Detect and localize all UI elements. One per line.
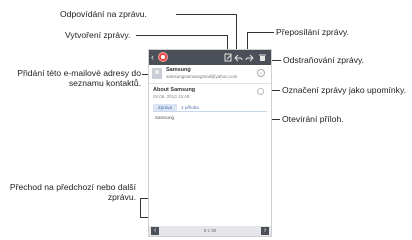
message-counter: 9 z 30 (203, 228, 217, 233)
reminder-toggle-icon[interactable] (257, 88, 264, 95)
tab-message[interactable]: Zpráva (153, 104, 177, 111)
delete-icon[interactable] (258, 53, 267, 62)
tab-attachments[interactable]: 1 příloha (179, 104, 201, 111)
prev-message-button[interactable]: ‹ (151, 227, 159, 235)
callout-navigate: Přechod na předchozí nebo další zprávu. (9, 182, 136, 202)
next-message-button[interactable]: › (261, 227, 269, 235)
leader-line (247, 32, 274, 33)
email-app-icon (158, 52, 168, 62)
sender-name: Samsung (166, 67, 191, 73)
leader-line (140, 198, 141, 217)
avatar[interactable] (152, 68, 162, 79)
reply-icon[interactable] (234, 53, 243, 62)
compose-icon[interactable] (224, 53, 233, 62)
sender-email: samsungsamsungmail@yahoo.com (166, 74, 238, 79)
callout-delete: Odstraňování zprávy. (283, 55, 365, 65)
callout-forward: Přeposílání zprávy. (276, 27, 349, 37)
back-icon[interactable]: ‹ (151, 52, 154, 62)
callout-add-contact: Přidání této e-mailové adresy do seznamu… (17, 68, 141, 88)
callout-reply: Odpovídání na zprávu. (60, 9, 147, 19)
email-subject: About Samsung (153, 87, 196, 93)
callout-reminder: Označení zprávy jako upomínky. (282, 85, 407, 95)
callout-compose: Vytvoření zprávy. (65, 30, 131, 40)
callout-attachments: Otevírání příloh. (282, 114, 344, 124)
toolbar: ‹ (149, 50, 271, 65)
bottom-nav-bar: ‹ 9 z 30 › (149, 226, 271, 236)
email-date: 04.06. 2013 15:48 (153, 94, 190, 99)
leader-line (176, 14, 236, 15)
email-screen: ‹ Samsung samsungsamsungmail@yahoo.com ⌄… (148, 49, 272, 237)
message-tabs: Zpráva 1 příloha (153, 104, 267, 112)
expand-icon[interactable]: ⌄ (257, 69, 265, 77)
sender-row[interactable]: Samsung samsungsamsungmail@yahoo.com ⌄ (149, 65, 271, 84)
leader-line (136, 35, 227, 36)
forward-icon[interactable] (245, 53, 254, 62)
leader-line (140, 198, 148, 199)
email-body: Samsung (155, 115, 175, 120)
